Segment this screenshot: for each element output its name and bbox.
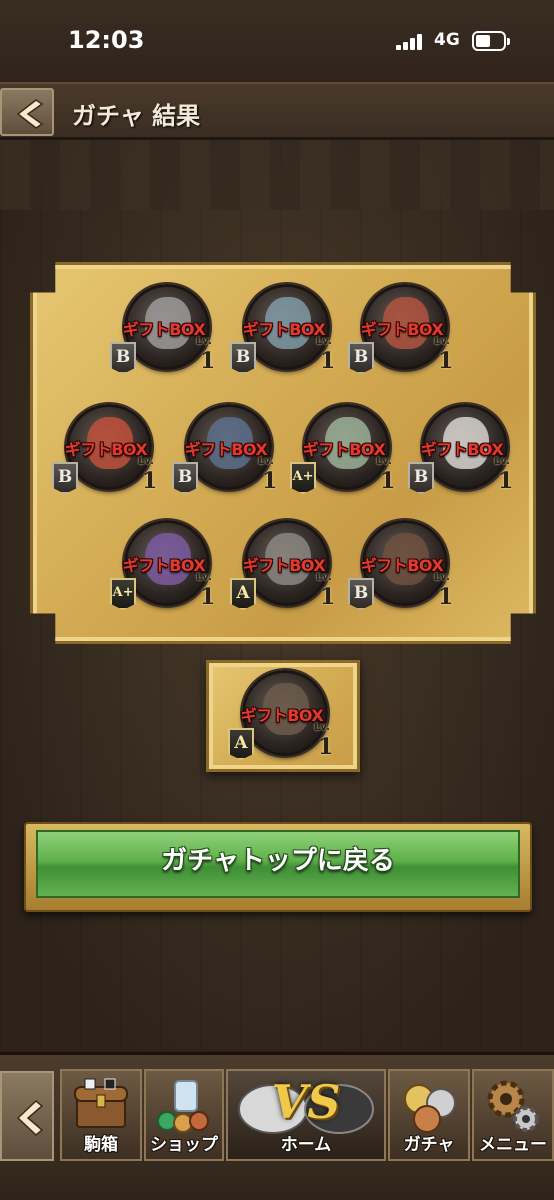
level-value: 1 bbox=[320, 584, 336, 610]
level-label: Lv. bbox=[316, 572, 332, 583]
level-value: 1 bbox=[438, 584, 454, 610]
result-unit[interactable]: ギフトBOX A+ Lv. 1 bbox=[106, 500, 222, 616]
nav-item-komabako[interactable]: 駒箱 bbox=[60, 1069, 142, 1161]
status-time: 12:03 bbox=[68, 26, 145, 54]
return-button-label: ガチャトップに戻る bbox=[161, 846, 395, 876]
rank-badge: A bbox=[230, 578, 256, 610]
rank-badge: A bbox=[228, 728, 254, 760]
return-to-gacha-top-button[interactable]: ガチャトップに戻る bbox=[24, 822, 532, 912]
nav-item-gacha[interactable]: ガチャ bbox=[388, 1069, 470, 1161]
network-label: 4G bbox=[434, 30, 460, 50]
result-unit[interactable]: ギフトBOX B Lv. 1 bbox=[226, 264, 342, 380]
nav-item-home[interactable]: VS ホーム bbox=[226, 1069, 386, 1161]
page-title: ガチャ 結果 bbox=[72, 102, 201, 130]
level-label: Lv. bbox=[376, 456, 392, 467]
nav-item-label: ホーム bbox=[280, 1135, 332, 1155]
vs-label: VS bbox=[271, 1075, 341, 1129]
nav-back-button[interactable] bbox=[0, 1071, 54, 1161]
result-unit[interactable]: ギフトBOX B Lv. 1 bbox=[344, 500, 460, 616]
result-unit[interactable]: ギフトBOX A Lv. 1 bbox=[226, 500, 342, 616]
rank-badge: B bbox=[52, 462, 78, 494]
level-label: Lv. bbox=[434, 572, 450, 583]
level-label: Lv. bbox=[196, 572, 212, 583]
nav-item-shop[interactable]: ショップ bbox=[144, 1069, 224, 1161]
level-value: 1 bbox=[200, 348, 216, 374]
level-value: 1 bbox=[142, 468, 158, 494]
level-value: 1 bbox=[262, 468, 278, 494]
nav-item-label: 駒箱 bbox=[84, 1135, 118, 1155]
nav-item-label: ガチャ bbox=[403, 1135, 455, 1155]
level-label: Lv. bbox=[494, 456, 510, 467]
level-value: 1 bbox=[200, 584, 216, 610]
rank-badge: B bbox=[110, 342, 136, 374]
header: ガチャ 結果 bbox=[0, 82, 554, 140]
result-unit[interactable]: ギフトBOX B Lv. 1 bbox=[48, 384, 164, 500]
level-label: Lv. bbox=[138, 456, 154, 467]
level-label: Lv. bbox=[196, 336, 212, 347]
rank-badge: A+ bbox=[110, 578, 136, 610]
nav-item-label: ショップ bbox=[150, 1135, 218, 1155]
result-unit[interactable]: ギフトBOX A Lv. 1 bbox=[224, 650, 340, 766]
chevron-left-icon bbox=[16, 1099, 44, 1137]
level-value: 1 bbox=[498, 468, 514, 494]
rank-badge: A+ bbox=[290, 462, 316, 494]
rank-badge: B bbox=[172, 462, 198, 494]
rank-badge: B bbox=[230, 342, 256, 374]
result-unit[interactable]: ギフトBOX B Lv. 1 bbox=[404, 384, 520, 500]
nav-item-label: メニュー bbox=[479, 1135, 547, 1155]
result-unit[interactable]: ギフトBOX B Lv. 1 bbox=[168, 384, 284, 500]
chevron-left-icon bbox=[16, 99, 44, 129]
result-unit[interactable]: ギフトBOX B Lv. 1 bbox=[344, 264, 460, 380]
status-bar: 12:03 4G bbox=[0, 0, 554, 82]
result-unit[interactable]: ギフトBOX A+ Lv. 1 bbox=[286, 384, 402, 500]
signal-icon bbox=[396, 34, 424, 50]
level-value: 1 bbox=[320, 348, 336, 374]
result-unit[interactable]: ギフトBOX B Lv. 1 bbox=[106, 264, 222, 380]
rank-badge: B bbox=[348, 578, 374, 610]
level-value: 1 bbox=[318, 734, 334, 760]
gacha-coins-icon bbox=[404, 1084, 456, 1133]
rank-badge: B bbox=[348, 342, 374, 374]
bottom-nav: 駒箱 ショップ VS ホーム ガチャ メニュー bbox=[0, 1052, 554, 1200]
gear-icon bbox=[487, 1080, 539, 1132]
level-label: Lv. bbox=[316, 336, 332, 347]
level-label: Lv. bbox=[314, 722, 330, 733]
level-value: 1 bbox=[438, 348, 454, 374]
coins-icon bbox=[157, 1080, 209, 1133]
rank-badge: B bbox=[408, 462, 434, 494]
back-button[interactable] bbox=[0, 88, 54, 136]
level-label: Lv. bbox=[258, 456, 274, 467]
nav-item-menu[interactable]: メニュー bbox=[472, 1069, 554, 1161]
level-value: 1 bbox=[380, 468, 396, 494]
level-label: Lv. bbox=[434, 336, 450, 347]
battery-icon bbox=[472, 31, 510, 51]
chest-icon bbox=[74, 1078, 128, 1128]
